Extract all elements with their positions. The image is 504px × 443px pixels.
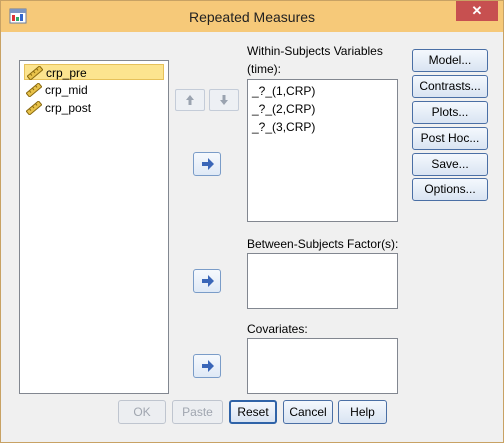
- ok-button[interactable]: OK: [118, 400, 166, 424]
- arrow-up-icon: [186, 95, 194, 105]
- variable-item-crp-mid[interactable]: crp_mid: [24, 82, 164, 98]
- within-item[interactable]: _?_(1,CRP): [252, 82, 315, 100]
- cancel-button[interactable]: Cancel: [283, 400, 333, 424]
- within-subjects-label-line1: Within-Subjects Variables: [247, 44, 383, 58]
- variable-item-crp-post[interactable]: crp_post: [24, 100, 164, 116]
- within-item[interactable]: _?_(3,CRP): [252, 118, 315, 136]
- dialog-body: crp_pre crp_mid crp_post Within-Subjects…: [9, 32, 495, 434]
- variable-label: crp_mid: [45, 83, 88, 97]
- close-icon: ✕: [471, 3, 483, 18]
- options-button[interactable]: Options...: [412, 178, 488, 201]
- move-to-between-button[interactable]: [193, 269, 221, 293]
- post-hoc-button[interactable]: Post Hoc...: [412, 127, 488, 150]
- between-subjects-label: Between-Subjects Factor(s):: [247, 237, 399, 251]
- paste-button[interactable]: Paste: [172, 400, 223, 424]
- help-button[interactable]: Help: [338, 400, 387, 424]
- move-down-button[interactable]: [209, 89, 239, 111]
- move-to-within-button[interactable]: [193, 152, 221, 176]
- variable-label: crp_pre: [46, 66, 87, 80]
- window-title: Repeated Measures: [188, 9, 316, 25]
- contrasts-button[interactable]: Contrasts...: [412, 75, 488, 98]
- move-to-covariates-button[interactable]: [193, 354, 221, 378]
- dialog-window: Repeated Measures ✕ crp_pre crp_mid crp_…: [0, 0, 504, 443]
- covariates-list[interactable]: [247, 338, 398, 394]
- arrow-right-icon: [202, 360, 214, 372]
- arrow-right-icon: [202, 158, 214, 170]
- arrow-down-icon: [220, 95, 228, 105]
- arrow-right-icon: [202, 275, 214, 287]
- close-button[interactable]: ✕: [456, 1, 498, 21]
- save-button[interactable]: Save...: [412, 153, 488, 176]
- within-subjects-sublabel: (time):: [247, 62, 281, 76]
- variable-item-crp-pre[interactable]: crp_pre: [24, 64, 164, 80]
- between-subjects-list[interactable]: [247, 253, 398, 309]
- title-bar[interactable]: Repeated Measures ✕: [1, 1, 503, 32]
- plots-button[interactable]: Plots...: [412, 101, 488, 124]
- reset-button[interactable]: Reset: [229, 400, 277, 424]
- model-button[interactable]: Model...: [412, 49, 488, 72]
- variable-label: crp_post: [45, 101, 92, 115]
- within-item[interactable]: _?_(2,CRP): [252, 100, 315, 118]
- ruler-icon: [27, 66, 43, 80]
- covariates-label: Covariates:: [247, 322, 308, 336]
- ruler-icon: [26, 101, 42, 115]
- move-up-button[interactable]: [175, 89, 205, 111]
- within-subjects-label: Within-Subjects Variables: [247, 44, 383, 58]
- source-variable-list[interactable]: crp_pre crp_mid crp_post: [19, 60, 169, 394]
- ruler-icon: [26, 83, 42, 97]
- within-subjects-list[interactable]: _?_(1,CRP) _?_(2,CRP) _?_(3,CRP): [247, 79, 398, 222]
